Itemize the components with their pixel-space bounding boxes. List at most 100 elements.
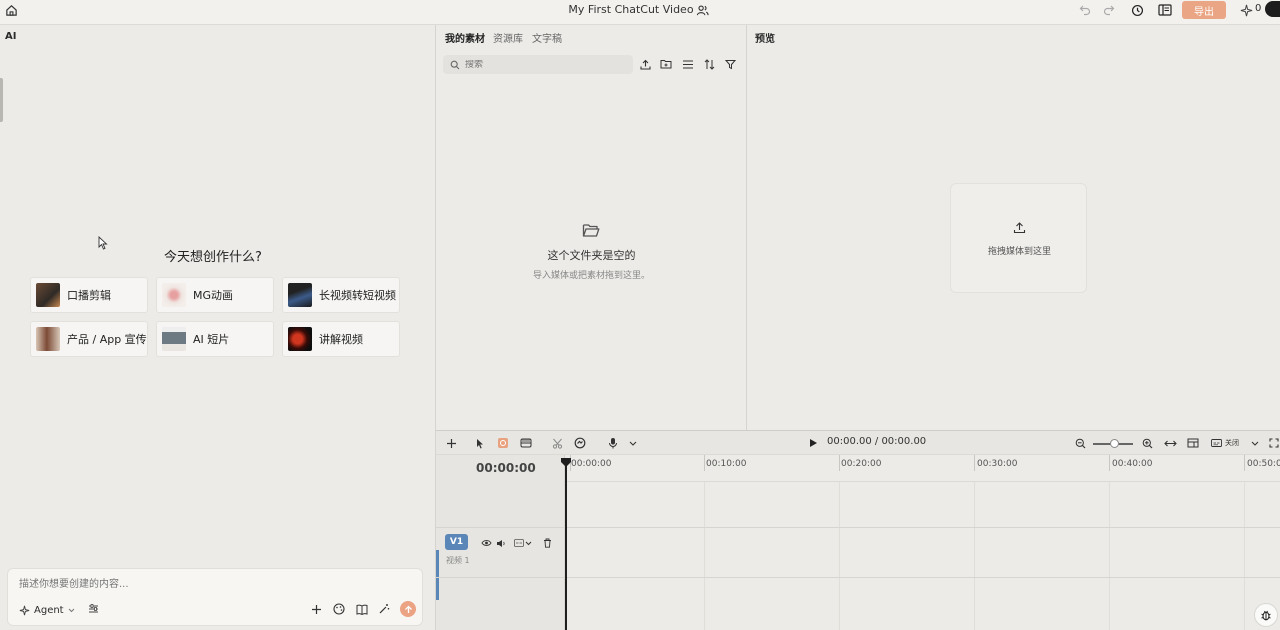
card-label: 产品 / App 宣传 [67, 333, 147, 346]
add-track-icon[interactable] [443, 435, 459, 451]
ai-panel-title: AI [5, 31, 17, 42]
redo-icon[interactable] [1101, 2, 1117, 18]
credits-count: 0 [1255, 3, 1262, 14]
settings-sliders-icon[interactable] [86, 602, 100, 616]
zoom-slider-handle[interactable] [1110, 439, 1119, 448]
credits-sparkle-icon[interactable] [1238, 2, 1254, 18]
tab-my-media[interactable]: 我的素材 [445, 30, 485, 45]
ai-heading: 今天想创作什么? [164, 250, 262, 265]
media-drop-zone[interactable]: 拖拽媒体到这里 [950, 183, 1087, 293]
microphone-icon[interactable] [605, 435, 621, 451]
tab-library[interactable]: 资源库 [493, 30, 523, 45]
upload-icon[interactable] [638, 57, 652, 71]
add-icon[interactable] [309, 602, 323, 616]
ai-panel: AI 今天想创作什么? 口播剪辑 MG动画 长视频转短视频 产品 / App 宣… [0, 25, 436, 630]
ruler-label: 00:30:00 [977, 459, 1018, 469]
caption-toggle-label: 关闭 [1225, 439, 1239, 447]
send-button[interactable] [400, 601, 416, 617]
top-bar: My First ChatCut Video 导出 0 [0, 0, 1280, 25]
project-title[interactable]: My First ChatCut Video [0, 3, 1262, 16]
search-icon [450, 60, 460, 69]
ruler-tick [1109, 455, 1110, 471]
palette-icon[interactable] [332, 602, 346, 616]
list-view-icon[interactable] [681, 57, 695, 71]
fullscreen-icon[interactable] [1268, 435, 1280, 451]
link-clips-icon[interactable] [572, 435, 588, 451]
template-card-product-promo[interactable]: 产品 / App 宣传 [30, 321, 148, 357]
chevron-down-icon[interactable] [523, 535, 533, 551]
ruler-tick [704, 455, 705, 471]
speaker-icon[interactable] [493, 535, 509, 551]
film-strip-icon[interactable] [518, 435, 534, 451]
ruler-label: 00:10:00 [706, 459, 747, 469]
ruler-label: 00:50:0 [1247, 459, 1280, 469]
chevron-down-icon [68, 608, 74, 612]
track-badge[interactable]: V1 [445, 534, 468, 550]
card-label: AI 短片 [193, 333, 230, 346]
empty-folder-title: 这个文件夹是空的 [547, 249, 636, 262]
time-ruler[interactable] [565, 455, 1280, 482]
empty-folder-icon [582, 222, 600, 238]
playhead-line[interactable] [565, 465, 567, 630]
collaborators-icon[interactable] [694, 2, 710, 18]
template-card-mg-animation[interactable]: MG动画 [156, 277, 274, 313]
feedback-button[interactable] [1254, 603, 1278, 627]
fit-width-icon[interactable] [1162, 435, 1178, 451]
undo-icon[interactable] [1077, 2, 1093, 18]
track-selection-bar [436, 550, 439, 600]
upload-icon [1012, 220, 1026, 234]
scissors-icon[interactable] [549, 435, 565, 451]
empty-folder-hint: 导入媒体或把素材拖到这里。 [532, 271, 650, 281]
ruler-label: 00:20:00 [841, 459, 882, 469]
layout-icon[interactable] [1157, 2, 1173, 18]
caption-toggle[interactable]: 关闭 [1211, 438, 1239, 448]
export-button[interactable]: 导出 [1182, 1, 1226, 19]
card-thumbnail [288, 327, 312, 351]
card-thumbnail [162, 327, 186, 351]
timecode-display: 00:00.00 / 00:00.00 [827, 436, 927, 447]
book-icon[interactable] [355, 602, 369, 616]
magnet-snap-icon[interactable] [495, 435, 511, 451]
timeline: 00:00.00 / 00:00.00 关闭 00:00:00 V1 视频 1 … [436, 430, 1280, 630]
filter-icon[interactable] [723, 57, 737, 71]
tab-transcript[interactable]: 文字稿 [532, 30, 562, 45]
select-pointer-icon[interactable] [472, 435, 488, 451]
prompt-input[interactable] [19, 575, 399, 593]
ruler-tick [974, 455, 975, 471]
card-label: 讲解视频 [319, 333, 363, 346]
drop-zone-text: 拖拽媒体到这里 [987, 247, 1051, 257]
chevron-down-icon[interactable] [1247, 435, 1263, 451]
template-card-explainer[interactable]: 讲解视频 [282, 321, 400, 357]
card-label: MG动画 [193, 289, 234, 302]
card-thumbnail [162, 283, 186, 307]
sort-icon[interactable] [702, 57, 716, 71]
template-card-talking-head[interactable]: 口播剪辑 [30, 277, 148, 313]
ruler-tick [1244, 455, 1245, 471]
eye-icon[interactable] [478, 535, 494, 551]
template-card-ai-short-film[interactable]: AI 短片 [156, 321, 274, 357]
preview-panel: 预览 拖拽媒体到这里 [747, 25, 1280, 430]
avatar[interactable] [1265, 1, 1280, 17]
media-search [443, 55, 633, 74]
agent-selector[interactable]: Agent [19, 603, 75, 617]
trash-icon[interactable] [539, 535, 555, 551]
track-headers: 00:00:00 V1 视频 1 [436, 455, 565, 630]
template-card-long-to-short[interactable]: 长视频转短视频 [282, 277, 400, 313]
chevron-down-icon[interactable] [625, 435, 641, 451]
prompt-box: Agent [7, 568, 423, 626]
zoom-in-icon[interactable] [1139, 435, 1155, 451]
track-name: 视频 1 [446, 556, 470, 565]
magic-wand-icon[interactable] [377, 602, 391, 616]
caption-icon [1211, 439, 1222, 447]
panel-layout-icon[interactable] [1185, 435, 1201, 451]
search-input[interactable] [465, 59, 625, 70]
agent-label: Agent [34, 604, 64, 616]
panel-collapse-handle[interactable] [0, 78, 3, 122]
new-folder-icon[interactable] [659, 57, 673, 71]
play-icon[interactable] [805, 435, 821, 451]
card-thumbnail [288, 283, 312, 307]
zoom-out-icon[interactable] [1072, 435, 1088, 451]
track-lane-v1[interactable] [565, 528, 1280, 577]
track-lane-divider [565, 577, 1280, 578]
history-icon[interactable] [1129, 2, 1145, 18]
